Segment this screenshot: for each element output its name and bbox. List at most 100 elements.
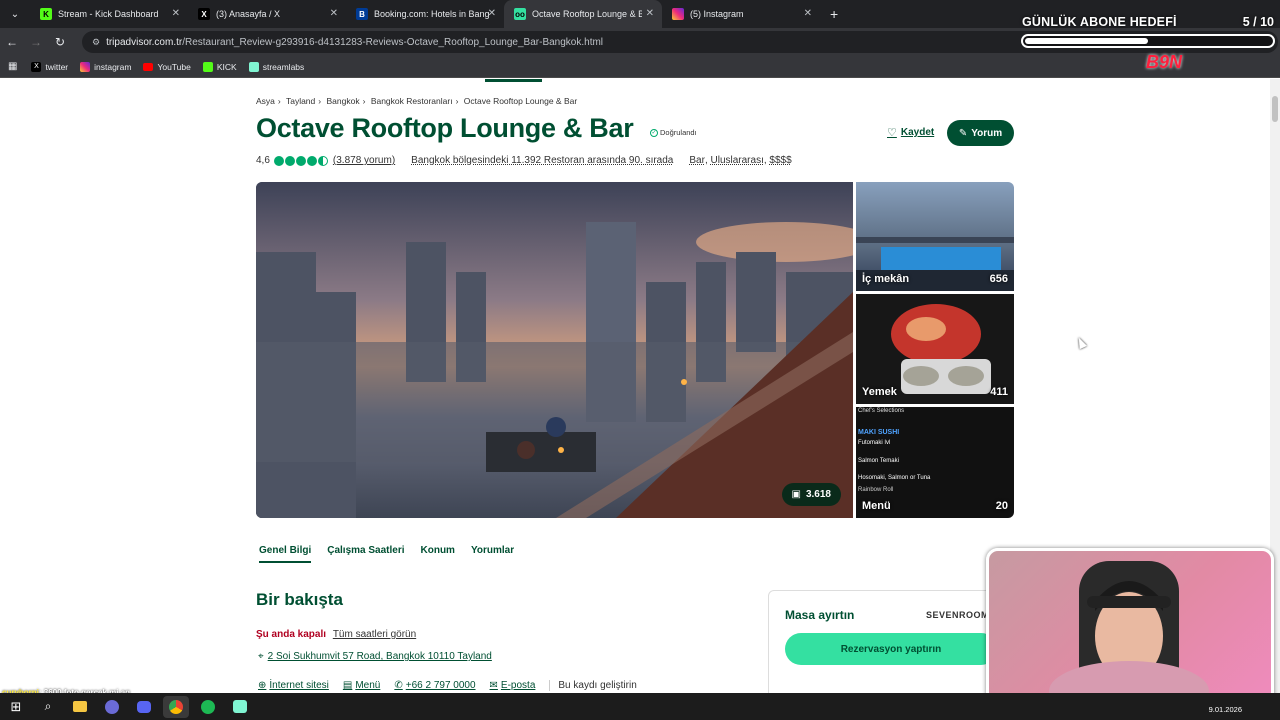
tab-overview[interactable]: Genel Bilgi	[259, 545, 312, 563]
kick-icon	[202, 61, 213, 72]
tab-label: (5) Instagram	[690, 9, 744, 19]
cuisine-international[interactable]: Uluslararası	[711, 155, 764, 166]
kick-icon: K	[40, 8, 52, 20]
tab-hours[interactable]: Çalışma Saatleri	[327, 545, 404, 563]
subscriber-goal-overlay: GÜNLÜK ABONE HEDEFİ 5 / 10	[1018, 12, 1280, 54]
website-link[interactable]: ⊕ İnternet sitesi	[258, 680, 329, 691]
breadcrumb-item[interactable]: Asya	[256, 96, 275, 106]
new-tab-button[interactable]: +	[830, 6, 838, 22]
bookmarks-bar: ▦ Xtwitter instagram YouTube KICK stream…	[0, 56, 1280, 78]
close-tab-icon[interactable]: ✕	[330, 8, 338, 19]
thumb-interior[interactable]: İç mekân 656	[856, 182, 1014, 291]
save-button[interactable]: ♡ Kaydet	[887, 126, 934, 139]
file-explorer-icon[interactable]	[67, 696, 93, 718]
scrollbar-thumb[interactable]	[1272, 96, 1278, 122]
browser-tab[interactable]: B Booking.com: Hotels in Bangkok ✕	[346, 0, 504, 28]
email-link[interactable]: ✉ E-posta	[490, 680, 536, 691]
browser-tab-active[interactable]: oo Octave Rooftop Lounge & Bar ✕	[504, 0, 662, 28]
bookmark-label: YouTube	[157, 61, 191, 72]
close-tab-icon[interactable]: ✕	[646, 8, 654, 19]
bookmark-label: streamlabs	[262, 61, 305, 72]
browser-tab[interactable]: (5) Instagram ✕	[662, 0, 820, 28]
reservation-card: Masa ayırtın SEVENROOMS Rezervasyon yapt…	[768, 590, 1000, 693]
bookmark-instagram[interactable]: instagram	[80, 61, 131, 72]
menu-card-item: Rainbow Roll	[858, 487, 894, 493]
tripadvisor-icon: oo	[514, 8, 526, 20]
tab-location[interactable]: Konum	[421, 545, 455, 563]
breadcrumb-item[interactable]: Octave Rooftop Lounge & Bar	[464, 96, 577, 106]
rating-bubble	[284, 155, 295, 166]
bookmark-label: twitter	[45, 61, 69, 72]
tab-label: Booking.com: Hotels in Bangkok	[374, 9, 489, 19]
browser-tab[interactable]: X (3) Anasayfa / X ✕	[188, 0, 346, 28]
discord-icon[interactable]	[131, 696, 157, 718]
bookmark-youtube[interactable]: YouTube	[143, 61, 191, 72]
breadcrumb: Asya › Tayland › Bangkok › Bangkok Restoran…	[256, 96, 578, 106]
review-count-link[interactable]: (3.878 yorum)	[333, 155, 395, 166]
contact-row: ⊕ İnternet sitesi ▤ Menü ✆ +66 2 797 0000 ✉…	[258, 680, 637, 691]
url-path: /Restaurant_Review-g293916-d4131283-Revi…	[182, 36, 604, 48]
youtube-icon	[143, 62, 154, 71]
write-review-button[interactable]: ✎ Yorum	[947, 120, 1014, 146]
streamer-logo: B9N	[1146, 52, 1183, 72]
bookmark-label: KICK	[216, 61, 237, 72]
back-icon[interactable]: ←	[0, 30, 24, 54]
reservation-title: Masa ayırtın	[785, 608, 855, 622]
apps-icon[interactable]: ▦	[8, 61, 17, 72]
windows-start-icon[interactable]: ⊞	[3, 696, 29, 718]
bookmark-kick[interactable]: KICK	[202, 61, 237, 72]
search-icon[interactable]: ⌕	[35, 696, 61, 718]
tab-search-button[interactable]: ⌄	[4, 3, 26, 25]
heart-icon: ♡	[887, 127, 897, 139]
hero-photo[interactable]: ▣ 3.618	[256, 182, 853, 518]
cuisine-bar[interactable]: Bar	[689, 155, 705, 166]
menu-card-item: Hosomaki, Salmon or Tuna	[858, 475, 931, 481]
reserve-button[interactable]: Rezervasyon yaptırın	[785, 633, 997, 665]
ranking-link[interactable]: Bangkok bölgesindeki 11.392 Restoran ara…	[411, 155, 673, 166]
chrome-icon[interactable]	[163, 695, 189, 718]
thumb-count: 656	[989, 273, 1008, 285]
pencil-icon: ✎	[958, 127, 968, 139]
site-info-icon[interactable]: ⚙	[92, 37, 100, 48]
all-photos-button[interactable]: ▣ 3.618	[781, 483, 841, 506]
rating-bubble	[273, 155, 284, 166]
thumb-food[interactable]: Yemek 411	[856, 294, 1014, 404]
phone-icon: ✆	[394, 680, 403, 691]
bookmark-twitter[interactable]: Xtwitter	[31, 61, 69, 72]
address-row[interactable]: ⌖ 2 Soi Sukhumvit 57 Road, Bangkok 10110…	[258, 651, 492, 662]
tab-label: Stream - Kick Dashboard	[58, 9, 159, 19]
streamlabs-icon[interactable]	[227, 696, 253, 718]
section-tabs: Genel Bilgi Çalışma Saatleri Konum Yorum…	[259, 545, 530, 563]
forward-icon[interactable]: →	[24, 30, 48, 54]
browser-tab[interactable]: K Stream - Kick Dashboard ✕	[30, 0, 188, 28]
app-icon[interactable]	[99, 696, 125, 718]
verified-badge: ✓ Doğrulandı	[650, 128, 697, 137]
email-label: E-posta	[500, 680, 536, 691]
instagram-icon	[672, 8, 684, 20]
spotify-icon[interactable]	[195, 696, 221, 718]
taskbar-date: 9.01.2026	[1208, 705, 1242, 714]
thumb-menu[interactable]: Chef's Selections MAKI SUSHI Futomaki Iv…	[856, 407, 1014, 518]
close-tab-icon[interactable]: ✕	[804, 8, 812, 19]
price-range[interactable]: $$$$	[769, 155, 791, 166]
tab-reviews[interactable]: Yorumlar	[471, 545, 514, 563]
reload-icon[interactable]: ↻	[48, 30, 72, 54]
see-all-hours-link[interactable]: Tüm saatleri görün	[333, 629, 416, 640]
goal-title: GÜNLÜK ABONE HEDEFİ	[1022, 15, 1177, 29]
close-tab-icon[interactable]: ✕	[172, 8, 180, 19]
rating-bubble-half	[317, 155, 328, 166]
mail-icon: ✉	[489, 680, 498, 691]
tab-label: (3) Anasayfa / X	[216, 9, 281, 19]
menu-link[interactable]: ▤ Menü	[343, 680, 380, 691]
improve-listing-link[interactable]: Bu kaydı geliştirin	[549, 680, 637, 691]
phone-link[interactable]: ✆ +66 2 797 0000	[394, 680, 475, 691]
breadcrumb-item[interactable]: Bangkok Restoranları	[371, 96, 453, 106]
menu-label: Menü	[355, 680, 381, 691]
breadcrumb-item[interactable]: Bangkok	[327, 96, 360, 106]
breadcrumb-item[interactable]: Tayland	[286, 96, 315, 106]
header-underline	[485, 79, 542, 82]
close-tab-icon[interactable]: ✕	[488, 8, 496, 19]
bookmark-streamlabs[interactable]: streamlabs	[248, 61, 305, 72]
status-text: Şu anda kapalı	[256, 629, 327, 640]
verified-label: Doğrulandı	[660, 128, 697, 137]
